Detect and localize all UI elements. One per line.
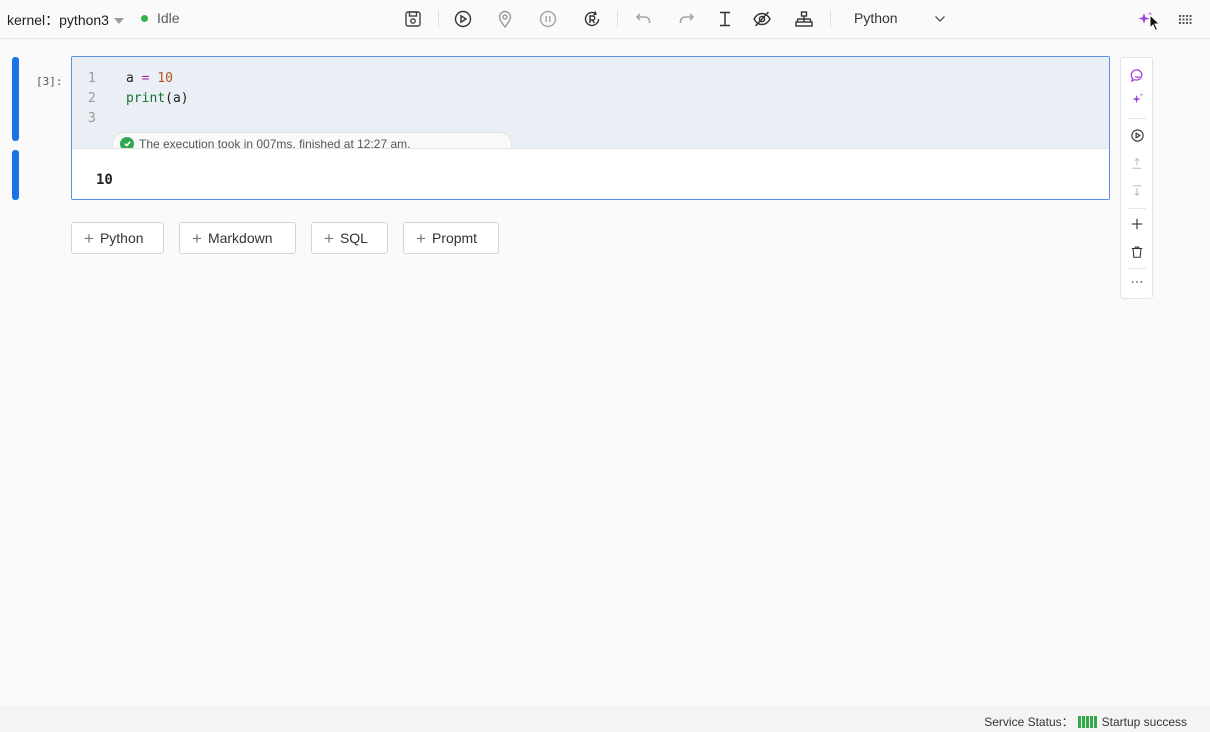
toolbar-divider (617, 10, 618, 28)
language-select-value: Python (854, 10, 898, 26)
code-token: print (126, 91, 166, 106)
sparkle-icon[interactable] (1128, 90, 1146, 108)
add-python-cell-button[interactable]: + Python (71, 222, 164, 254)
text-cursor-icon[interactable] (714, 8, 736, 30)
code-token: 10 (157, 71, 173, 86)
add-icon[interactable] (1128, 215, 1146, 233)
add-sql-cell-button[interactable]: + SQL (311, 222, 388, 254)
side-divider (1128, 268, 1146, 269)
code-editor[interactable]: 1 a = 10 2 print(a) 3 The execution took… (72, 57, 1109, 154)
service-status-value: Startup success (1101, 714, 1187, 729)
plus-icon: + (324, 228, 334, 248)
add-markdown-cell-button[interactable]: + Markdown (179, 222, 296, 254)
status-bar: Service Status： Startup success (0, 706, 1210, 732)
move-up-icon[interactable] (1128, 154, 1146, 172)
kernel-selector[interactable]: kernel： python3 (7, 10, 124, 30)
cell-side-toolbar (1120, 57, 1153, 299)
add-button-label: SQL (339, 230, 368, 246)
pause-icon[interactable] (537, 8, 559, 30)
code-token: (a) (165, 91, 189, 106)
plus-icon: + (84, 228, 94, 248)
language-select[interactable]: Python (854, 10, 954, 26)
add-button-label: Propmt (431, 230, 478, 246)
cell-output-collapser[interactable] (12, 150, 19, 200)
output-text: 10 (96, 172, 113, 188)
chat-icon[interactable] (1128, 66, 1146, 84)
code-token: a (126, 71, 142, 86)
save-icon[interactable] (402, 8, 424, 30)
kernel-name: python3 (59, 12, 109, 28)
toolbar-divider (438, 10, 439, 28)
add-button-label: Python (99, 230, 144, 246)
caret-down-icon (113, 17, 124, 24)
add-prompt-cell-button[interactable]: + Propmt (403, 222, 499, 254)
service-status-label: Service Status： (984, 715, 1074, 729)
plus-icon: + (192, 228, 202, 248)
mouse-pointer-icon (1149, 13, 1161, 37)
undo-icon[interactable] (632, 8, 654, 30)
move-down-icon[interactable] (1128, 182, 1146, 200)
side-divider (1128, 208, 1146, 209)
line-number: 1 (88, 71, 96, 86)
status-dot (141, 14, 148, 22)
line-number: 3 (88, 111, 96, 126)
grid-menu-icon[interactable] (1174, 8, 1196, 30)
execution-count: [3]: (36, 75, 63, 88)
redo-icon[interactable] (676, 8, 698, 30)
restart-icon[interactable] (581, 8, 603, 30)
more-icon[interactable] (1128, 273, 1146, 291)
line-number: 2 (88, 91, 96, 106)
delete-icon[interactable] (1128, 243, 1146, 261)
cell-output: 10 (72, 148, 1109, 199)
toolbar-divider (830, 10, 831, 28)
sitemap-icon[interactable] (793, 8, 815, 30)
chevron-down-icon (934, 12, 946, 28)
location-icon[interactable] (494, 8, 516, 30)
run-icon[interactable] (452, 8, 474, 30)
code-cell[interactable]: 1 a = 10 2 print(a) 3 The execution took… (71, 56, 1110, 200)
side-divider (1128, 118, 1146, 119)
run-icon[interactable] (1128, 126, 1146, 144)
service-status: Service Status： Startup success (984, 713, 1187, 730)
eye-off-icon[interactable] (751, 8, 773, 30)
plus-icon: + (416, 228, 426, 248)
top-toolbar: kernel： python3 Idle Python (0, 0, 1210, 39)
add-button-label: Markdown (207, 230, 273, 246)
kernel-status: Idle (141, 10, 180, 26)
signal-bars-icon (1077, 715, 1098, 728)
code-text: print(a) (126, 89, 189, 109)
code-text: a = 10 (126, 69, 173, 89)
cell-input-collapser[interactable] (12, 57, 19, 141)
kernel-label: kernel： (7, 12, 60, 28)
kernel-status-text: Idle (157, 10, 180, 26)
